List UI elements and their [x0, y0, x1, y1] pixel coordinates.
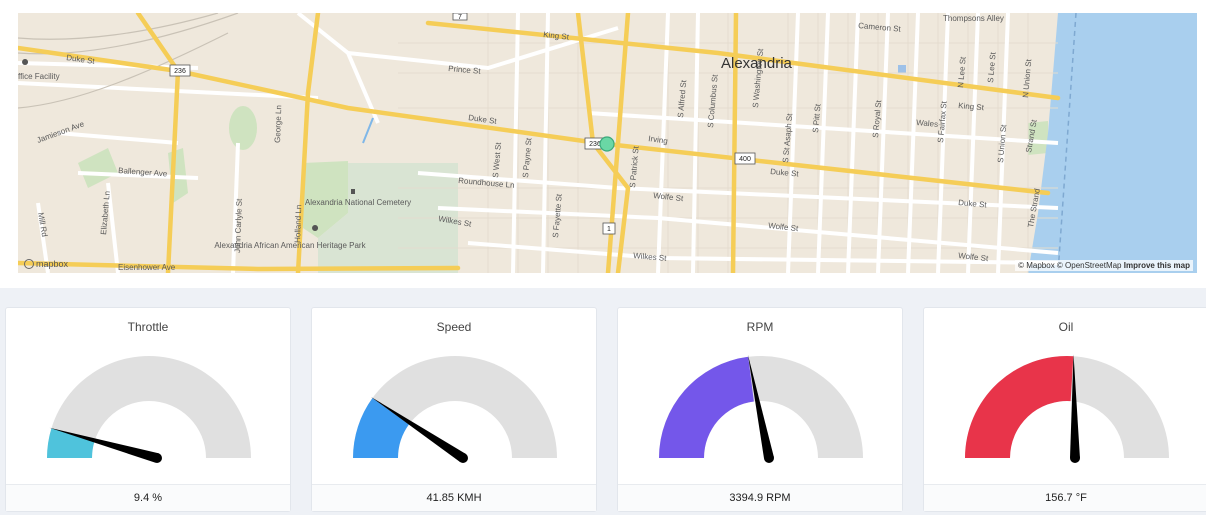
- gauge-title: Throttle: [127, 320, 169, 334]
- gauge-value: 156.7 °F: [924, 484, 1206, 511]
- street-label: Wales: [916, 118, 939, 129]
- gauge-needle-hub: [764, 453, 774, 463]
- gauge-title: Speed: [436, 320, 472, 334]
- improve-map-link[interactable]: Improve this map: [1124, 261, 1190, 270]
- street-label: Thompsons Alley: [943, 14, 1004, 23]
- gauge-card-speed: Speed 41.85 KMH: [311, 307, 597, 512]
- gauge-value: 9.4 %: [6, 484, 290, 511]
- street-label: George Ln: [273, 105, 283, 143]
- gauge-card-oil: Oil 156.7 °F: [923, 307, 1206, 512]
- poi-cemetery: Alexandria National Cemetery: [305, 198, 411, 207]
- city-label: Alexandria: [721, 55, 793, 72]
- street-label: ffice Facility: [18, 72, 60, 81]
- gauge-fill: [965, 356, 1074, 458]
- gauge-throttle: [47, 356, 251, 463]
- route-shield-7: 7: [458, 14, 462, 21]
- street-label: Eisenhower Ave: [118, 263, 176, 272]
- gauge-value: 41.85 KMH: [312, 484, 596, 511]
- map-canvas[interactable]: 236 236 1 400 7 Duke St King St Prince S…: [18, 13, 1197, 273]
- mapbox-logo[interactable]: mapbox: [24, 259, 68, 269]
- route-shield-400: 400: [739, 156, 751, 163]
- gauge-rpm: [659, 354, 863, 463]
- gauge-speed: [353, 356, 557, 463]
- route-shield-1: 1: [607, 226, 611, 233]
- mapbox-logo-icon: [24, 259, 34, 269]
- gauge-title: RPM: [746, 320, 774, 334]
- vehicle-location-marker[interactable]: [599, 136, 615, 152]
- gauge-title: Oil: [1058, 320, 1074, 334]
- gauge-needle-hub: [458, 453, 468, 463]
- map-card: 236 236 1 400 7 Duke St King St Prince S…: [0, 0, 1206, 288]
- gauge-oil: [965, 354, 1169, 463]
- route-shield-236a: 236: [174, 68, 186, 75]
- gauge-needle-hub: [152, 453, 162, 463]
- gauge-fill: [659, 356, 754, 458]
- route-shield-236b: 236: [589, 141, 601, 148]
- map-view[interactable]: 236 236 1 400 7 Duke St King St Prince S…: [18, 13, 1197, 273]
- gauge-needle-hub: [1070, 453, 1080, 463]
- attribution-text: © Mapbox © OpenStreetMap: [1018, 261, 1122, 270]
- street-label: Holland Ln: [293, 205, 303, 244]
- gauge-card-rpm: RPM 3394.9 RPM: [617, 307, 903, 512]
- map-attribution: © Mapbox © OpenStreetMap Improve this ma…: [1015, 260, 1193, 271]
- gauge-card-throttle: Throttle 9.4 %: [5, 307, 291, 512]
- poi-heritage-park: Alexandria African American Heritage Par…: [214, 241, 366, 250]
- mapbox-logo-text: mapbox: [36, 259, 69, 269]
- gauge-value: 3394.9 RPM: [618, 484, 902, 511]
